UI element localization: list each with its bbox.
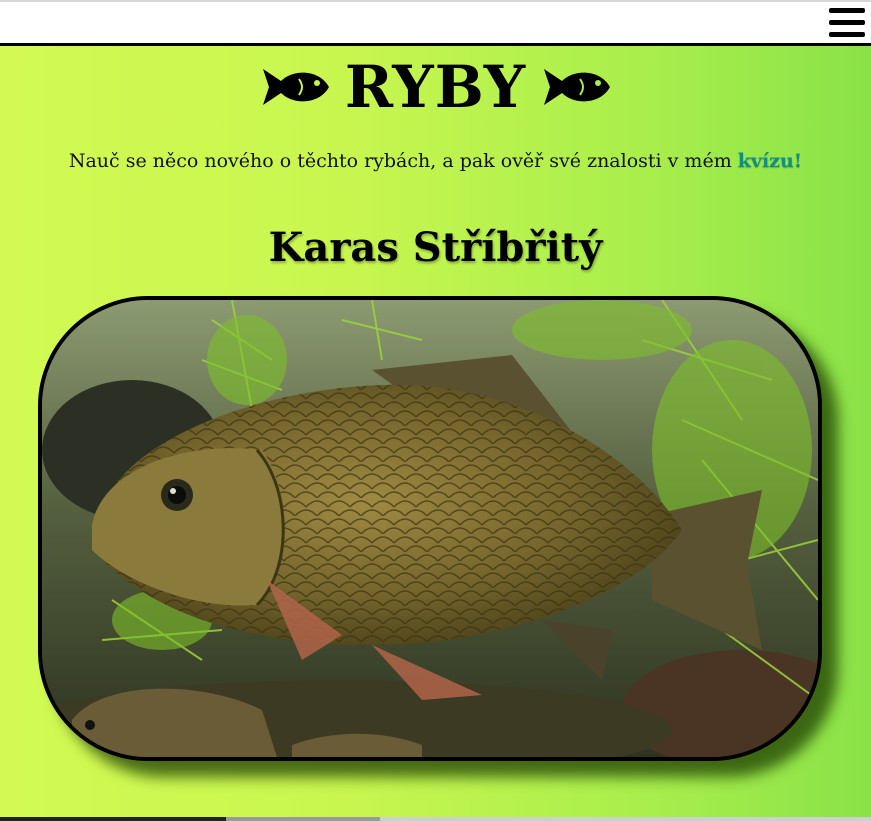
fish-icon: [262, 69, 329, 105]
fish-icon: [544, 69, 611, 105]
main-content: RYBY Nauč se něco nového o těchto rybách…: [0, 46, 871, 817]
intro-paragraph: Nauč se něco nového o těchto rybách, a p…: [0, 150, 871, 172]
fish-name-heading: Karas Stříbřitý: [268, 224, 603, 271]
page-title: RYBY: [344, 53, 527, 121]
page-header: RYBY: [0, 52, 871, 122]
top-bar: [0, 0, 871, 43]
intro-text: Nauč se něco nového o těchto rybách, a p…: [68, 150, 738, 172]
quiz-link[interactable]: kvízu!: [738, 150, 802, 172]
scrollbar-thumb-secondary: [226, 817, 380, 821]
crucian-carp-photo: [38, 296, 822, 761]
scrollbar-thumb[interactable]: [0, 817, 226, 821]
hamburger-menu-icon[interactable]: [829, 8, 865, 40]
